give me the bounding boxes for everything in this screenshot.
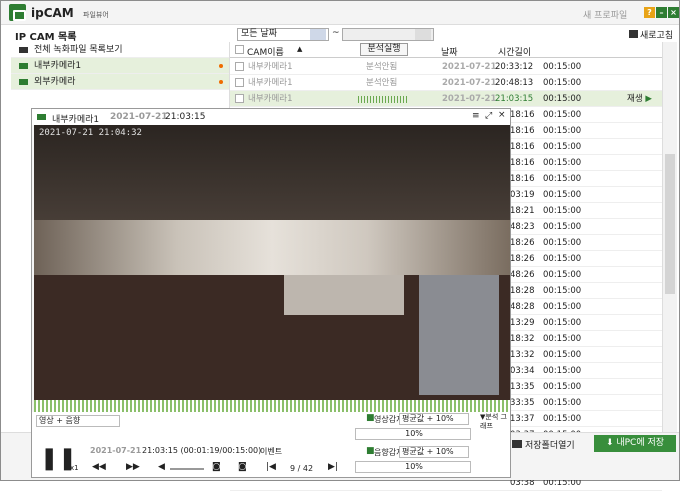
- folder-icon: [512, 440, 522, 448]
- status-dot: [219, 64, 223, 68]
- help-icon[interactable]: ?: [644, 7, 655, 18]
- player-cam-name: 내부카메라1: [52, 115, 100, 125]
- date-to-select[interactable]: [342, 28, 434, 41]
- volume-slider[interactable]: [170, 468, 204, 470]
- snapshot-save-icon[interactable]: ◙: [238, 462, 247, 472]
- video-sensitivity[interactable]: 10%: [355, 428, 471, 440]
- clock-readout: 21:03:15 (00:01:19/00:15:00): [142, 446, 262, 455]
- menu-icon[interactable]: ≡: [472, 111, 480, 121]
- next-event-button[interactable]: ▶|: [328, 462, 338, 472]
- video-player: 내부카메라1 2021-07-21 21:03:15 ≡ ⤢ × 2021-07…: [31, 108, 511, 478]
- play-link[interactable]: 재생 ▶: [627, 91, 652, 107]
- speed-label: x1: [70, 464, 79, 472]
- mode-select[interactable]: 영상 + 음향: [36, 415, 120, 427]
- status-dot: [219, 80, 223, 84]
- video-timestamp-overlay: 2021-07-21 21:04:32: [39, 128, 142, 138]
- table-scrollbar[interactable]: [662, 42, 677, 432]
- col-cam-name[interactable]: CAM이름: [247, 45, 284, 58]
- video-detect-select[interactable]: 평균값 + 10%: [399, 413, 469, 425]
- row-checkbox[interactable]: [235, 62, 244, 71]
- audio-sensitivity[interactable]: 10%: [355, 461, 471, 473]
- close-icon[interactable]: ×: [668, 7, 679, 18]
- row-checkbox[interactable]: [235, 94, 244, 103]
- open-folder-button[interactable]: 저장폴더열기: [512, 438, 575, 451]
- expand-icon[interactable]: ⤢: [485, 111, 492, 121]
- close-player-icon[interactable]: ×: [498, 110, 506, 120]
- list-title: IP CAM 목록: [15, 32, 77, 43]
- refresh-button[interactable]: 새로고침: [629, 28, 673, 41]
- event-label: 이벤트: [260, 447, 283, 456]
- app-subtitle: 파일뷰어: [83, 11, 109, 19]
- sort-asc-icon[interactable]: ▲: [297, 45, 302, 53]
- camera-icon: [19, 62, 28, 69]
- video-frame[interactable]: 2021-07-21 21:04:32: [34, 125, 510, 400]
- col-length: 시간길이: [498, 48, 532, 58]
- player-time: 21:03:15: [165, 112, 206, 122]
- scroll-thumb[interactable]: [665, 154, 675, 294]
- camera-item-external[interactable]: 외부카메라: [11, 74, 229, 90]
- audio-detect-select[interactable]: 평균값 + 10%: [399, 446, 469, 458]
- row-checkbox[interactable]: [235, 78, 244, 87]
- event-counter: 9 / 42: [290, 464, 314, 473]
- date-filter-select[interactable]: 모든 날짜: [237, 28, 329, 41]
- chevron-down-icon: [310, 29, 326, 40]
- titlebar: ipCAM 파일뷰어 새 프로파일 ? – ×: [1, 1, 679, 25]
- clock-date: 2021-07-21: [90, 446, 142, 455]
- camera-item-all[interactable]: 전체 녹화파일 목록보기: [11, 42, 229, 58]
- save-to-pc-button[interactable]: ⬇ 내PC에 저장: [594, 435, 676, 452]
- table-row[interactable]: 내부카메라1 분석안됨 2021-07-21 20:48:13 00:15:00: [230, 75, 662, 91]
- camera-icon: [37, 114, 46, 120]
- player-header: 내부카메라1 2021-07-21 21:03:15 ≡ ⤢ ×: [32, 109, 510, 125]
- camera-item-internal[interactable]: 내부카메라1: [11, 58, 229, 74]
- volume-icon[interactable]: ◀: [158, 462, 165, 472]
- download-icon: ⬇: [605, 438, 617, 448]
- app-window: ipCAM 파일뷰어 새 프로파일 ? – × IP CAM 목록 모든 날짜 …: [0, 0, 680, 491]
- rewind-button[interactable]: ◀◀: [92, 462, 106, 472]
- play-icon: ▶: [645, 94, 652, 104]
- forward-button[interactable]: ▶▶: [126, 462, 140, 472]
- app-logo-icon: [9, 4, 26, 21]
- app-name: ipCAM: [31, 6, 74, 20]
- chevron-down-icon: [415, 29, 431, 40]
- camera-icon: [19, 46, 28, 53]
- range-tilde: ~: [332, 28, 340, 38]
- table-row[interactable]: 내부카메라1 분석안됨 2021-07-21 20:33:12 00:15:00: [230, 59, 662, 75]
- col-date: 날짜: [441, 48, 458, 58]
- camera-snapshot-icon[interactable]: ◙: [212, 462, 221, 472]
- player-controls: 영상 + 음향 ❚❚ x1 2021-07-21 21:03:15 (00:01…: [32, 412, 510, 477]
- refresh-icon: [629, 30, 638, 38]
- select-all-checkbox[interactable]: [235, 45, 244, 54]
- table-header: CAM이름 ▲ 분석실행 날짜 시간길이: [230, 42, 662, 58]
- table-row-active[interactable]: 내부카메라1 2021-07-21 21:03:15 00:15:00 재생 ▶: [230, 91, 662, 107]
- run-analysis-button[interactable]: 분석실행: [360, 43, 408, 56]
- minimize-icon[interactable]: –: [656, 7, 667, 18]
- analysis-graph-toggle[interactable]: ▼분석 그래프: [480, 413, 508, 431]
- playback-timeline[interactable]: [34, 400, 510, 412]
- analysis-progress: [358, 96, 408, 103]
- new-profile-link[interactable]: 새 프로파일: [583, 8, 627, 21]
- player-date: 2021-07-21: [110, 112, 168, 122]
- camera-icon: [19, 78, 28, 85]
- prev-event-button[interactable]: |◀: [266, 462, 276, 472]
